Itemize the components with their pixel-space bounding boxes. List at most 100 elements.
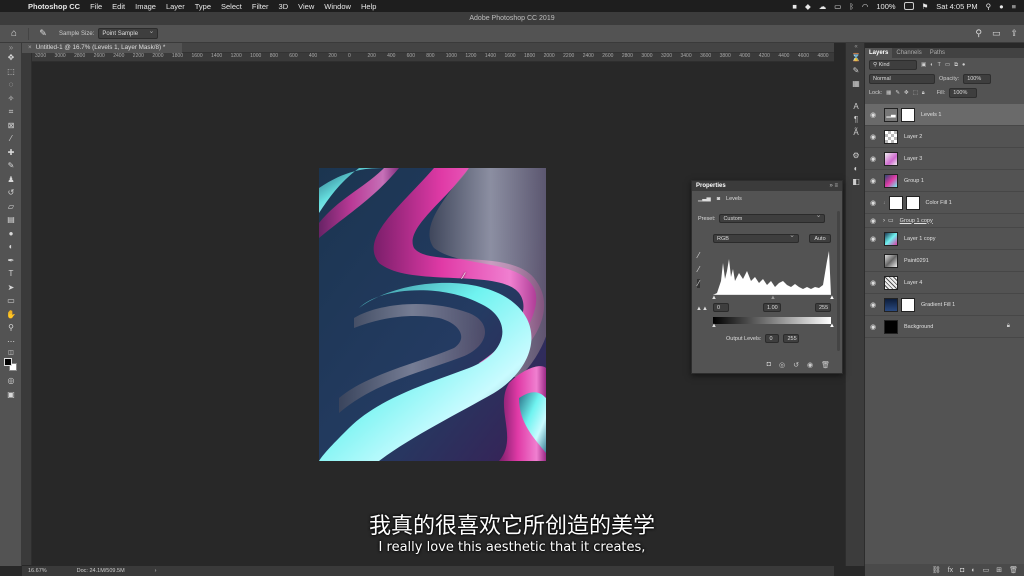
clip-to-layer-icon[interactable]: ◘ bbox=[767, 361, 771, 369]
horizontal-ruler[interactable]: 3200 3000 2800 2600 2400 2200 2000 1800 1600 1400… bbox=[32, 53, 834, 62]
input-white-field[interactable]: 255 bbox=[815, 303, 831, 312]
search-icon[interactable]: ⚲ bbox=[986, 2, 992, 11]
eyedropper-tool-icon[interactable]: ✎ bbox=[35, 28, 51, 40]
adjustments-panel-icon[interactable]: ◐ bbox=[846, 162, 866, 175]
lock-icon[interactable]: 🔒︎ bbox=[1007, 323, 1010, 330]
reset-icon[interactable]: ↺ bbox=[793, 361, 799, 369]
lock-position-icon[interactable]: ✥ bbox=[904, 90, 909, 96]
search-icon[interactable]: ⚲ bbox=[975, 28, 982, 39]
healing-brush-tool-icon[interactable]: ✚ bbox=[0, 146, 22, 160]
default-colors-icon[interactable]: ◫ bbox=[0, 348, 22, 356]
filter-shape-icon[interactable]: ▭ bbox=[945, 62, 950, 68]
menu-help[interactable]: Help bbox=[361, 2, 376, 11]
white-output-slider[interactable]: ▲ bbox=[829, 323, 835, 329]
paragraph-panel-icon[interactable]: ¶ bbox=[846, 113, 866, 126]
clock[interactable]: Sat 4:05 PM bbox=[936, 2, 977, 11]
flag-icon[interactable]: ⚑ bbox=[922, 2, 929, 11]
black-output-slider[interactable]: ▲ bbox=[711, 323, 717, 329]
menu-layer[interactable]: Layer bbox=[166, 2, 185, 11]
layer-mask-thumb[interactable] bbox=[901, 297, 915, 312]
toggle-visibility-icon[interactable]: ◉ bbox=[807, 361, 813, 369]
zoom-level[interactable]: 16.67% bbox=[28, 566, 47, 576]
panel-collapse-icon[interactable]: » bbox=[0, 43, 22, 52]
layer-row-color-fill-1[interactable]: ◉ ↓ Color Fill 1 bbox=[865, 192, 1024, 214]
glyphs-panel-icon[interactable]: Ã bbox=[846, 126, 866, 139]
frame-tool-icon[interactable]: ⊠ bbox=[0, 119, 22, 133]
menu-filter[interactable]: Filter bbox=[252, 2, 269, 11]
marquee-tool-icon[interactable]: ⬚ bbox=[0, 65, 22, 79]
quick-mask-icon[interactable]: ◎ bbox=[0, 374, 22, 388]
add-mask-icon[interactable]: ◘ bbox=[960, 567, 964, 574]
visibility-eye-icon[interactable]: ◉ bbox=[865, 235, 881, 243]
vertical-ruler[interactable] bbox=[22, 53, 32, 565]
filter-smart-icon[interactable]: ⧉ bbox=[954, 62, 958, 69]
dropbox-icon[interactable]: ◆ bbox=[805, 2, 811, 11]
clone-stamp-tool-icon[interactable]: ♟ bbox=[0, 173, 22, 187]
output-white-field[interactable]: 255 bbox=[783, 334, 800, 343]
blur-tool-icon[interactable]: ● bbox=[0, 227, 22, 241]
delete-icon[interactable]: 🗑︎ bbox=[821, 361, 830, 369]
menu-app-name[interactable]: Photoshop CC bbox=[28, 2, 80, 11]
visibility-eye-icon[interactable]: ◉ bbox=[865, 133, 881, 141]
filter-type-icon[interactable]: T bbox=[938, 62, 941, 68]
zoom-tool-icon[interactable]: ⚲ bbox=[0, 321, 22, 335]
character-panel-icon[interactable]: A bbox=[846, 100, 866, 113]
layer-row-gradient-fill-1[interactable]: ◉ Gradient Fill 1 bbox=[865, 294, 1024, 316]
visibility-eye-icon[interactable]: ◉ bbox=[865, 217, 881, 225]
color-swatches[interactable] bbox=[0, 356, 22, 374]
fill-field[interactable]: 100% bbox=[949, 88, 978, 98]
swatches-icon[interactable]: ▦ bbox=[846, 77, 866, 90]
rectangle-tool-icon[interactable]: ▭ bbox=[0, 294, 22, 308]
clipping-warning-icon[interactable]: ▲▲ bbox=[696, 306, 708, 312]
new-layer-icon[interactable]: ⊞ bbox=[996, 566, 1002, 574]
menu-3d[interactable]: 3D bbox=[279, 2, 289, 11]
layer-row-layer-2[interactable]: ◉ Layer 2 bbox=[865, 126, 1024, 148]
menu-select[interactable]: Select bbox=[221, 2, 242, 11]
layers-panel-icon[interactable]: ◧ bbox=[846, 175, 866, 188]
layer-mask-thumb[interactable] bbox=[905, 195, 920, 210]
hand-tool-icon[interactable]: ✋ bbox=[0, 308, 22, 322]
properties-panel-icon[interactable]: ⚙ bbox=[846, 149, 866, 162]
tab-channels[interactable]: Channels bbox=[892, 48, 925, 58]
artwork-image[interactable] bbox=[319, 168, 546, 461]
visibility-eye-icon[interactable]: ◉ bbox=[865, 177, 881, 185]
layer-row-group-1-copy[interactable]: ◉ › ▭ Group 1 copy bbox=[865, 214, 1024, 228]
visibility-eye-icon[interactable]: ◉ bbox=[865, 323, 881, 331]
workspace-icon[interactable]: ▭ bbox=[992, 28, 1001, 39]
blend-mode-select[interactable]: Normal bbox=[869, 74, 935, 84]
history-brush-tool-icon[interactable]: ↺ bbox=[0, 186, 22, 200]
filter-adjust-icon[interactable]: ◐ bbox=[930, 62, 933, 68]
lasso-tool-icon[interactable]: ◌ bbox=[0, 78, 22, 92]
lock-all-icon[interactable]: 🔒︎ bbox=[922, 90, 925, 97]
layer-row-group-1[interactable]: ◉ Group 1 bbox=[865, 170, 1024, 192]
battery-percent[interactable]: 100% bbox=[876, 2, 895, 11]
black-point-eyedropper-icon[interactable]: ⁄ bbox=[698, 251, 699, 260]
menu-image[interactable]: Image bbox=[135, 2, 156, 11]
input-gamma-field[interactable]: 1.00 bbox=[763, 303, 781, 312]
more-tools-icon[interactable]: ⋯ bbox=[0, 335, 22, 349]
layer-row-paint0291[interactable]: ◉ Paint0291 bbox=[865, 250, 1024, 272]
delete-layer-icon[interactable]: 🗑︎ bbox=[1009, 566, 1018, 574]
opacity-field[interactable]: 100% bbox=[963, 74, 992, 84]
properties-scrollbar[interactable] bbox=[837, 211, 840, 351]
gradient-tool-icon[interactable]: ▤ bbox=[0, 213, 22, 227]
crop-tool-icon[interactable]: ⌗ bbox=[0, 105, 22, 119]
input-black-field[interactable]: 0 bbox=[713, 303, 729, 312]
visibility-eye-icon[interactable]: ◉ bbox=[865, 279, 881, 287]
white-point-eyedropper-icon[interactable]: ⁄ bbox=[697, 279, 701, 288]
document-tab[interactable]: × Untitled-1 @ 16.7% (Levels 1, Layer Mas… bbox=[22, 43, 182, 53]
doc-info[interactable]: Doc: 24.1M/509.5M bbox=[77, 566, 125, 576]
history-panel-icon[interactable]: ⌛ bbox=[846, 51, 866, 64]
type-tool-icon[interactable]: T bbox=[0, 267, 22, 281]
visibility-eye-icon[interactable]: ◉ bbox=[865, 111, 881, 119]
pen-tool-icon[interactable]: ✒ bbox=[0, 254, 22, 268]
lock-transparent-icon[interactable]: ▦ bbox=[886, 90, 891, 96]
mask-icon[interactable]: ◙ bbox=[717, 196, 720, 202]
channel-select[interactable]: RGB bbox=[713, 232, 799, 243]
airplay-icon[interactable]: ▭ bbox=[834, 2, 841, 11]
auto-button[interactable]: Auto bbox=[809, 234, 831, 243]
user-icon[interactable]: ● bbox=[999, 2, 1004, 11]
eraser-tool-icon[interactable]: ▱ bbox=[0, 200, 22, 214]
properties-header[interactable]: Properties » ≡ bbox=[692, 181, 842, 191]
share-icon[interactable]: ⇪ bbox=[1010, 28, 1018, 39]
